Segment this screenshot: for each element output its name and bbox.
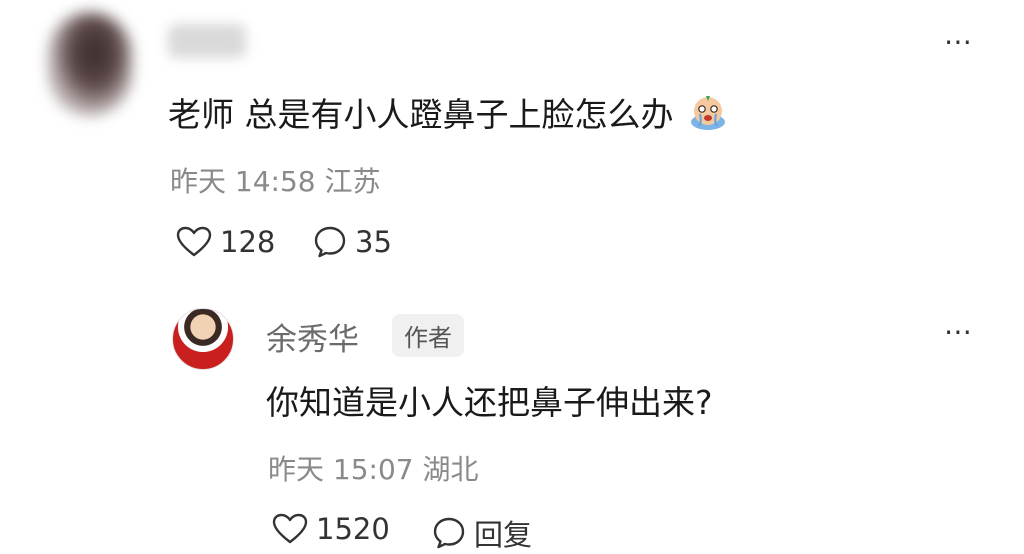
more-icon[interactable]: ⋯ (944, 28, 974, 56)
username-redacted (168, 24, 246, 58)
reply-text: 你知道是小人还把鼻子伸出来? (266, 383, 713, 422)
like-count: 128 (220, 225, 276, 259)
author-name[interactable]: 余秀华 (266, 314, 359, 359)
reply-meta: 昨天 15:07 湖北 (268, 453, 479, 486)
comment-text: 老师 总是有小人蹬鼻子上脸怎么办 (168, 88, 728, 136)
heart-icon (272, 513, 308, 544)
like-count: 1520 (316, 512, 390, 546)
reply-count: 35 (355, 225, 392, 259)
heart-icon (176, 226, 212, 257)
comment-bubble-icon (433, 517, 465, 549)
author-avatar[interactable] (172, 308, 234, 370)
reply-count-button[interactable]: 35 (313, 225, 392, 259)
more-icon[interactable]: ⋯ (944, 318, 974, 346)
author-badge: 作者 (392, 314, 464, 357)
like-button[interactable]: 1520 (272, 512, 390, 546)
reply-label: 回复 (474, 518, 533, 552)
crying-face-icon (691, 96, 725, 130)
comment-text-content: 老师 总是有小人蹬鼻子上脸怎么办 (168, 95, 674, 134)
avatar[interactable] (48, 12, 132, 116)
like-button[interactable]: 128 (176, 225, 275, 259)
comment-meta: 昨天 14:58 江苏 (170, 165, 381, 198)
comment-bubble-icon (314, 226, 346, 258)
reply-button[interactable]: 回复 (432, 512, 532, 554)
